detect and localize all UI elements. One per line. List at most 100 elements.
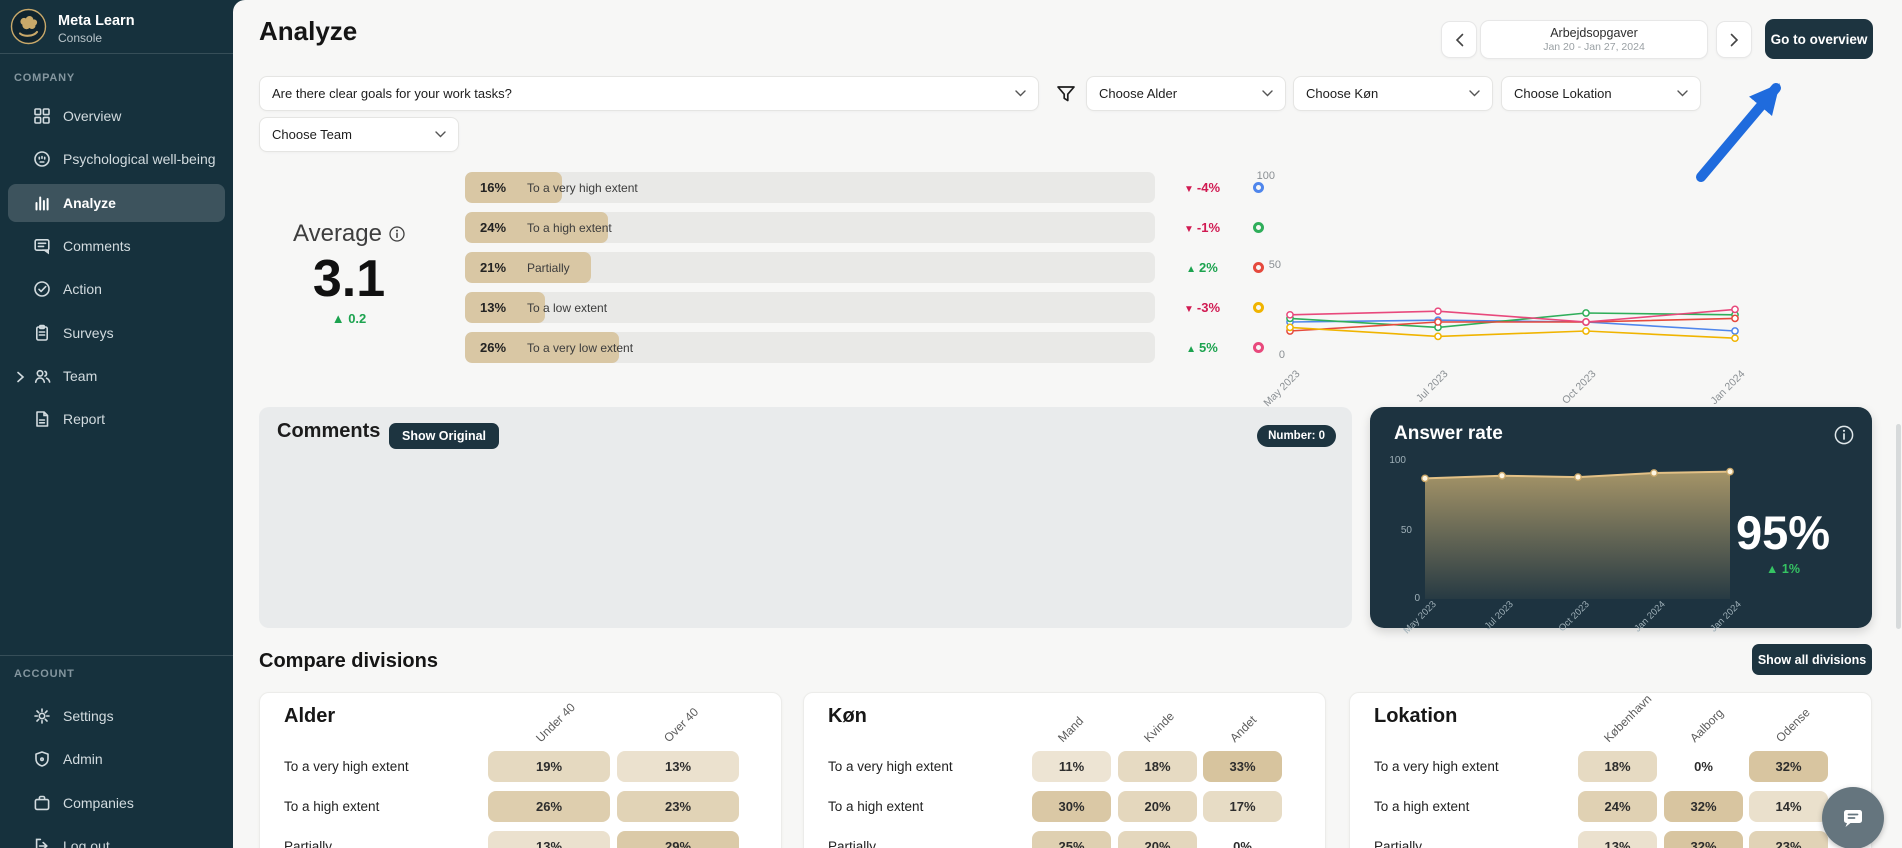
distribution-delta: ▲2%: [1159, 260, 1245, 275]
sidebar-item-companies[interactable]: Companies: [8, 784, 225, 822]
period-range: Jan 20 - Jan 27, 2024: [1481, 41, 1707, 53]
compare-value-chip: 23%: [617, 791, 739, 822]
distribution-percent: 16%: [480, 180, 506, 195]
average-block: Average 3.1 ▲ 0.2: [269, 220, 429, 326]
compare-row-label: To a very high extent: [284, 751, 409, 782]
distribution-delta-value: 2%: [1199, 260, 1218, 275]
compare-value-chip: 0%: [1203, 831, 1282, 848]
chevron-down-icon: [1015, 90, 1026, 97]
compare-row-label: To a high extent: [284, 791, 379, 822]
filter-icon[interactable]: [1055, 83, 1077, 105]
nav-section-label: COMPANY: [14, 72, 75, 84]
compare-column-header: Kvinde: [1141, 709, 1177, 745]
check-circle-icon: [32, 279, 52, 299]
up-triangle-icon: ▲: [332, 311, 345, 326]
compare-divisions-heading: Compare divisions: [259, 650, 438, 673]
previous-period-button[interactable]: [1441, 21, 1477, 58]
gender-filter-value: Choose Køn: [1306, 86, 1378, 101]
team-filter-value: Choose Team: [272, 127, 352, 142]
period-selector[interactable]: Arbejdsopgaver Jan 20 - Jan 27, 2024: [1480, 20, 1708, 59]
chevron-right-icon[interactable]: [16, 370, 26, 382]
nav-section-label: ACCOUNT: [14, 668, 75, 680]
compare-row-label: To a high extent: [828, 791, 923, 822]
trend-line-chart: [1278, 168, 1838, 368]
distribution-delta: ▼-3%: [1159, 300, 1245, 315]
chevron-down-icon: [1677, 90, 1688, 97]
compare-value-chip: 23%: [1749, 831, 1828, 848]
compare-column-header: Aalborg: [1687, 706, 1726, 745]
sidebar: Meta Learn Console COMPANYOverviewPsycho…: [0, 0, 233, 848]
compare-value-chip: 18%: [1118, 751, 1197, 782]
sidebar-item-label: Log out: [63, 838, 110, 848]
sidebar-item-surveys[interactable]: Surveys: [8, 314, 225, 352]
sidebar-item-label: Team: [63, 368, 97, 384]
compare-value-chip: 24%: [1578, 791, 1657, 822]
sidebar-item-label: Settings: [63, 708, 114, 724]
team-filter-select[interactable]: Choose Team: [259, 117, 459, 152]
sidebar-item-action[interactable]: Action: [8, 270, 225, 308]
compare-column-header: Under 40: [533, 700, 578, 745]
show-all-divisions-button[interactable]: Show all divisions: [1752, 644, 1872, 675]
distribution-row: 13%To a low extent ▼-3%: [465, 292, 1264, 323]
up-triangle-icon: ▲: [1186, 264, 1196, 275]
up-triangle-icon: ▲: [1766, 562, 1778, 576]
comments-panel: Comments Show Original Number: 0: [259, 407, 1352, 628]
grid-icon: [32, 106, 52, 126]
sidebar-item-wellbeing[interactable]: Psychological well-being: [8, 140, 225, 178]
down-triangle-icon: ▼: [1184, 304, 1194, 315]
info-icon[interactable]: [389, 226, 405, 242]
chevron-down-icon: [1262, 90, 1273, 97]
show-original-button[interactable]: Show Original: [389, 423, 499, 449]
distribution-row: 24%To a high extent▼-1%: [465, 212, 1264, 243]
compare-value-chip: 29%: [617, 831, 739, 848]
sidebar-item-label: Surveys: [63, 325, 114, 341]
comment-icon: [32, 236, 52, 256]
sidebar-item-comments[interactable]: Comments: [8, 227, 225, 265]
next-period-button[interactable]: [1716, 21, 1752, 58]
compare-value-chip: 32%: [1749, 751, 1828, 782]
shield-icon: [32, 749, 52, 769]
sidebar-item-label: Action: [63, 281, 102, 297]
chevron-left-icon: [1455, 33, 1464, 47]
distribution-label: To a high extent: [527, 221, 612, 235]
age-filter-select[interactable]: Choose Alder: [1086, 76, 1286, 111]
compare-column-header: Andet: [1227, 713, 1259, 745]
scrollbar[interactable]: [1896, 424, 1901, 629]
compare-card-title: Lokation: [1374, 705, 1457, 728]
compare-column-header: Mand: [1055, 714, 1086, 745]
document-icon: [32, 409, 52, 429]
sidebar-item-label: Overview: [63, 108, 121, 124]
distribution-delta-value: 5%: [1199, 340, 1218, 355]
comments-title: Comments: [277, 420, 380, 443]
y-axis-tick: 100: [1249, 170, 1275, 182]
chevron-right-icon: [1730, 33, 1739, 47]
chat-button[interactable]: [1822, 787, 1884, 848]
go-to-overview-button[interactable]: Go to overview: [1765, 19, 1873, 59]
sidebar-item-team[interactable]: Team: [8, 357, 225, 395]
bar-chart-icon: [32, 193, 52, 213]
answer-rate-title: Answer rate: [1394, 423, 1503, 445]
gender-filter-select[interactable]: Choose Køn: [1293, 76, 1493, 111]
distribution-percent: 26%: [480, 340, 506, 355]
sidebar-item-report[interactable]: Report: [8, 400, 225, 438]
sidebar-item-analyze[interactable]: Analyze: [8, 184, 225, 222]
answer-rate-area-chart: [1410, 449, 1750, 609]
compare-value-chip: 19%: [488, 751, 610, 782]
sidebar-item-label: Psychological well-being: [63, 151, 216, 167]
info-icon[interactable]: [1834, 425, 1854, 445]
location-filter-select[interactable]: Choose Lokation: [1501, 76, 1701, 111]
distribution-bar-track: 13%To a low extent: [465, 292, 1155, 323]
sidebar-item-logout[interactable]: Log out: [8, 827, 225, 848]
sidebar-divider: [0, 53, 233, 54]
answer-rate-card: Answer rate 100500May 2023Jul 2023Oct 20…: [1370, 407, 1872, 628]
compare-row-label: Partially: [284, 831, 332, 848]
sidebar-item-settings[interactable]: Settings: [8, 697, 225, 735]
compare-value-chip: 32%: [1664, 791, 1743, 822]
sidebar-item-admin[interactable]: Admin: [8, 740, 225, 778]
compare-row-label: To a very high extent: [828, 751, 953, 782]
distribution-row: 21%Partially▲2%: [465, 252, 1264, 283]
average-delta: 0.2: [348, 311, 366, 326]
sidebar-item-overview[interactable]: Overview: [8, 97, 225, 135]
compare-card-title: Alder: [284, 705, 335, 728]
question-select[interactable]: Are there clear goals for your work task…: [259, 76, 1039, 111]
